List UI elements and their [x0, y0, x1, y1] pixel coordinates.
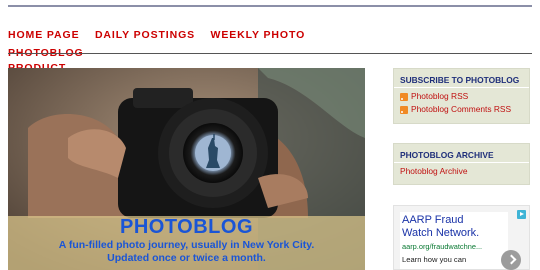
ad-url[interactable]: aarp.org/fraudwatchne...	[400, 240, 508, 251]
ad-title-line2: Watch Network.	[402, 227, 480, 239]
hero-subtitle-line2: Updated once or twice a month.	[107, 252, 266, 264]
photoblog-rss-label: Photoblog RSS	[411, 91, 469, 101]
hero-banner: PHOTOBLOG A fun-filled photo journey, us…	[8, 68, 365, 270]
photoblog-comments-rss-link[interactable]: Photoblog Comments RSS	[394, 101, 529, 114]
photoblog-archive-link[interactable]: Photoblog Archive	[394, 163, 529, 176]
nav-daily-postings[interactable]: DAILY POSTINGS	[95, 29, 195, 42]
rss-icon	[400, 105, 408, 114]
hero-title: PHOTOBLOG	[119, 216, 254, 238]
top-rule	[8, 5, 532, 7]
hero-subtitle-line1: A fun-filled photo journey, usually in N…	[58, 239, 315, 251]
nav-home-page[interactable]: HOME PAGE	[8, 29, 80, 42]
archive-widget-title: PHOTOBLOG ARCHIVE	[400, 150, 494, 160]
ad-title-line1: AARP Fraud	[402, 214, 464, 226]
rss-icon	[400, 92, 408, 101]
photoblog-rss-link[interactable]: Photoblog RSS	[394, 88, 529, 101]
photoblog-comments-rss-label: Photoblog Comments RSS	[411, 104, 512, 114]
ad-title[interactable]: AARP Fraud Watch Network.	[400, 212, 508, 240]
subscribe-widget-title: SUBSCRIBE TO PHOTOBLOG	[400, 75, 520, 85]
ad-choices-icon[interactable]	[517, 210, 526, 219]
subscribe-widget: SUBSCRIBE TO PHOTOBLOG Photoblog RSS Pho…	[393, 68, 530, 124]
nav-weekly-photo[interactable]: WEEKLY PHOTO	[211, 29, 306, 42]
archive-widget: PHOTOBLOG ARCHIVE Photoblog Archive	[393, 143, 530, 185]
header-divider	[8, 53, 532, 54]
ad-content[interactable]: AARP Fraud Watch Network. aarp.org/fraud…	[400, 212, 508, 269]
ad-description: Learn how you can	[402, 255, 467, 264]
chevron-right-icon[interactable]	[501, 250, 521, 270]
hero-subtitle: A fun-filled photo journey, usually in N…	[8, 239, 365, 265]
